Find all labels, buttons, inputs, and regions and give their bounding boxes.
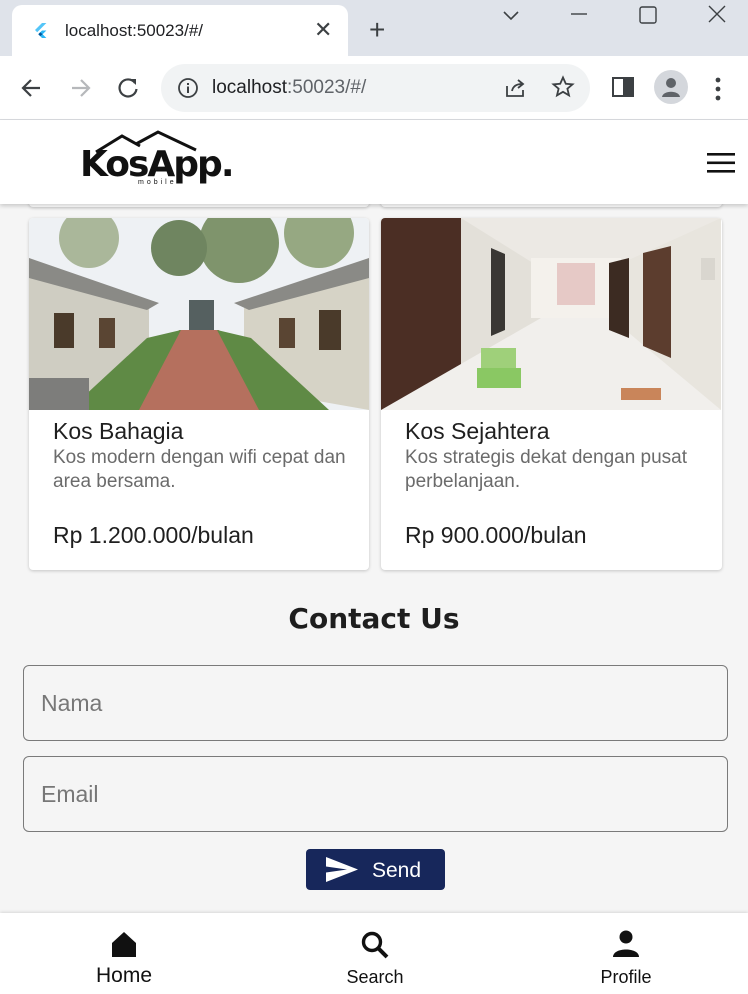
name-field[interactable] <box>23 665 728 741</box>
app-header: KosApp. mobile <box>0 120 748 204</box>
listing-card[interactable]: Kos Bahagia Kos modern dengan wifi cepat… <box>29 218 369 570</box>
bookmark-star-icon[interactable] <box>551 75 575 99</box>
profile-avatar[interactable] <box>654 70 688 104</box>
send-icon <box>326 857 358 882</box>
tab-search-chevron-icon[interactable] <box>499 4 523 28</box>
minimize-icon[interactable] <box>567 4 591 28</box>
address-bar[interactable]: localhost:50023/#/ <box>161 64 590 112</box>
hamburger-menu-icon[interactable] <box>706 152 736 174</box>
nav-label-profile: Profile <box>600 967 652 987</box>
more-vert-icon[interactable] <box>712 76 724 102</box>
site-info-icon[interactable] <box>177 77 199 99</box>
nav-item-profile[interactable]: Profile <box>536 913 716 994</box>
send-button[interactable]: Send <box>306 849 445 890</box>
side-panel-icon[interactable] <box>611 76 635 98</box>
person-icon <box>613 930 639 957</box>
new-tab-icon[interactable]: + <box>369 16 385 44</box>
nav-item-home[interactable]: Home <box>34 913 214 994</box>
home-icon <box>112 932 136 957</box>
listing-photo <box>29 218 369 410</box>
send-label: Send <box>372 859 422 882</box>
listing-name: Kos Sejahtera <box>405 418 550 444</box>
browser-toolbar: localhost:50023/#/ <box>0 56 748 120</box>
reload-icon[interactable] <box>114 74 142 102</box>
browser-tab-strip: localhost:50023/#/ ✕ + <box>0 0 748 56</box>
app-logo[interactable]: KosApp. mobile <box>80 130 234 190</box>
listing-card-previous[interactable] <box>29 204 369 207</box>
back-arrow-icon[interactable] <box>18 74 46 102</box>
maximize-icon[interactable] <box>636 4 660 28</box>
listing-price: Rp 900.000/bulan <box>405 522 587 548</box>
listing-price: Rp 1.200.000/bulan <box>53 522 254 548</box>
tab-title: localhost:50023/#/ <box>65 21 203 40</box>
share-icon[interactable] <box>503 76 527 100</box>
account-icon <box>662 78 680 97</box>
nav-label-home: Home <box>95 964 153 987</box>
listing-description: Kos strategis dekat dengan pusat perbela… <box>405 447 688 492</box>
tab-close-icon[interactable]: ✕ <box>314 19 332 41</box>
browser-tab[interactable]: localhost:50023/#/ ✕ <box>12 5 348 56</box>
email-field[interactable] <box>23 756 728 832</box>
listing-card-previous[interactable] <box>381 204 722 207</box>
logo-subtext: mobile <box>138 179 177 186</box>
window-close-icon[interactable] <box>705 4 729 28</box>
listing-description: Kos modern dengan wifi cepat dan area be… <box>53 447 346 492</box>
nav-label-search: Search <box>346 967 404 987</box>
bottom-navigation: Home Search Profile <box>0 913 748 994</box>
listing-name: Kos Bahagia <box>53 418 184 444</box>
url-text: localhost:50023/#/ <box>212 77 367 98</box>
listing-photo <box>381 218 721 410</box>
forward-arrow-icon[interactable] <box>66 74 94 102</box>
flutter-icon <box>35 23 47 38</box>
listing-card[interactable]: Kos Sejahtera Kos strategis dekat dengan… <box>381 218 722 570</box>
nav-item-search[interactable]: Search <box>285 913 465 994</box>
contact-title: Contact Us <box>288 602 460 635</box>
search-icon <box>361 931 389 959</box>
main-content[interactable]: Kos Bahagia Kos modern dengan wifi cepat… <box>0 204 748 913</box>
